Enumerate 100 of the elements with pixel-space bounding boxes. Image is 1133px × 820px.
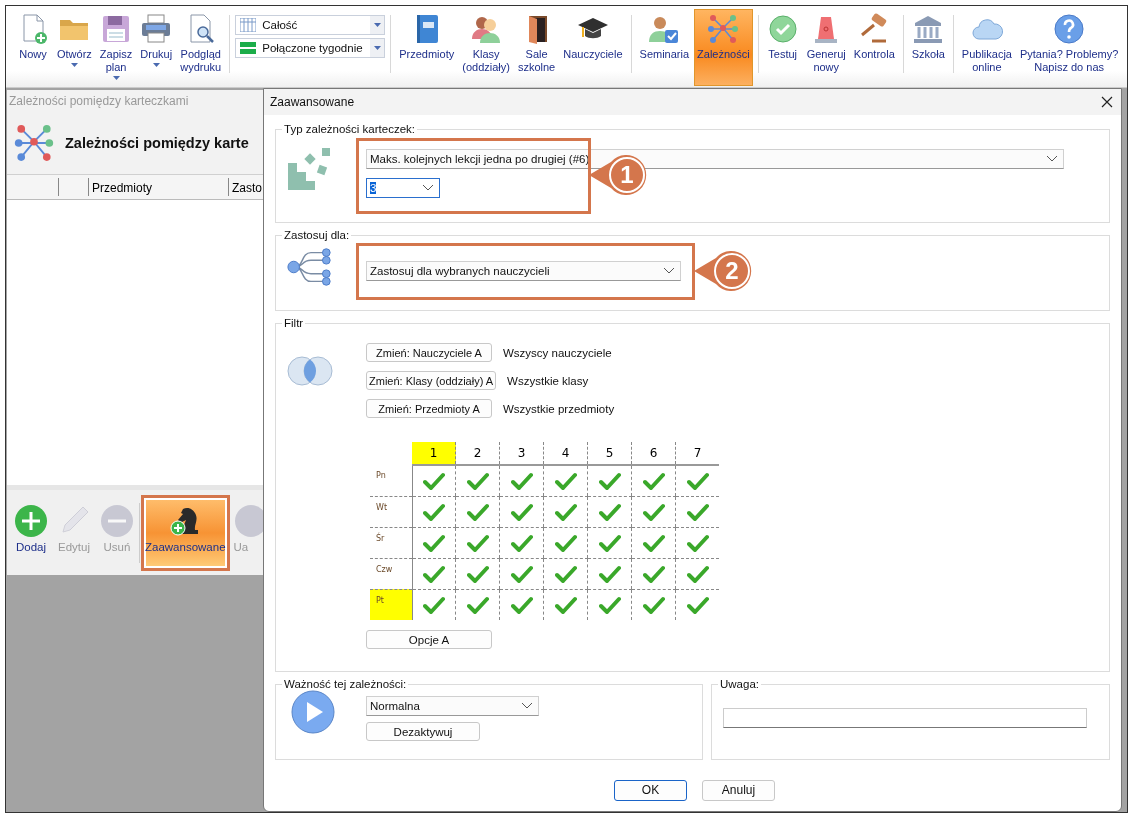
ribbon-button[interactable]: Klasy (oddziały) <box>459 9 513 86</box>
dialog-button[interactable]: OK <box>614 779 687 801</box>
ribbon-button[interactable]: Pytania? Problemy? Napisz do nas <box>1016 9 1122 86</box>
view-dropdown[interactable]: Połączone tygodnie <box>235 38 386 58</box>
period-header[interactable]: 2 <box>455 442 500 465</box>
period-header[interactable]: 5 <box>587 442 632 465</box>
checkmark-icon[interactable] <box>642 471 665 490</box>
two-bars-icon <box>240 41 257 55</box>
checkmark-icon[interactable] <box>598 595 621 614</box>
checkmark-icon[interactable] <box>554 502 577 521</box>
ribbon-button[interactable]: Szkoła <box>908 9 948 86</box>
checkmark-icon[interactable] <box>598 502 621 521</box>
section-label: Zastosuj dla: <box>283 229 351 241</box>
ribbon-button[interactable]: Testuj <box>763 9 802 86</box>
period-header[interactable]: 1 <box>412 442 456 465</box>
options-button[interactable]: Opcje A <box>366 630 492 649</box>
ribbon-button[interactable]: Przedmioty <box>396 9 458 86</box>
checkmark-icon[interactable] <box>510 564 533 583</box>
note-field[interactable] <box>723 708 1087 728</box>
checkmark-icon[interactable] <box>466 533 489 552</box>
ribbon-button[interactable]: Publikacja online <box>958 9 1015 86</box>
checkmark-icon[interactable] <box>598 564 621 583</box>
period-header[interactable]: 3 <box>499 442 544 465</box>
change-button[interactable]: Zmień: Nauczyciele A <box>366 343 492 362</box>
importance-dropdown[interactable]: Normalna <box>366 696 539 716</box>
target-dropdown[interactable]: Zastosuj dla wybranych nauczycieli <box>366 261 681 281</box>
network-icon <box>707 13 740 45</box>
day-label[interactable]: Pt <box>370 589 412 620</box>
ribbon-button[interactable]: Seminaria <box>636 9 693 86</box>
section-label: Ważność tej zależności: <box>283 678 408 690</box>
checkmark-icon[interactable] <box>466 595 489 614</box>
chevron-icon <box>522 703 532 709</box>
window-heading: Zależności pomiędzy karte <box>65 135 249 151</box>
chevron-icon <box>1047 156 1057 162</box>
ribbon-button[interactable]: Podgląd wydruku <box>177 9 225 86</box>
checkmark-icon[interactable] <box>554 471 577 490</box>
view-dropdown[interactable]: Całość <box>235 15 386 35</box>
period-header[interactable]: 6 <box>631 442 676 465</box>
column-header[interactable]: Przedmioty <box>89 178 229 196</box>
checkmark-icon[interactable] <box>554 564 577 583</box>
checkmark-icon[interactable] <box>466 471 489 490</box>
checkmark-icon[interactable] <box>422 533 445 552</box>
count-dropdown[interactable]: 3 <box>366 178 440 198</box>
help-icon <box>1053 13 1086 45</box>
period-header[interactable]: 4 <box>543 442 588 465</box>
change-button[interactable]: Zmień: Klasy (oddziały) A <box>366 371 497 390</box>
checkmark-icon[interactable] <box>422 502 445 521</box>
day-label[interactable]: Wt <box>370 496 412 527</box>
toolbar-button[interactable]: Dodaj <box>10 494 52 571</box>
table-icon <box>240 18 257 32</box>
ribbon-button[interactable]: Zależności <box>694 9 753 86</box>
checkmark-icon[interactable] <box>422 564 445 583</box>
checkmark-icon[interactable] <box>642 533 665 552</box>
checkmark-icon[interactable] <box>510 595 533 614</box>
checkmark-icon[interactable] <box>642 595 665 614</box>
plus-circle-icon <box>14 503 48 538</box>
ribbon-button[interactable]: Drukuj <box>137 9 176 86</box>
checkmark-icon[interactable] <box>510 533 533 552</box>
minus-circle-icon <box>100 503 134 538</box>
change-button[interactable]: Zmień: Przedmioty A <box>366 399 492 418</box>
ribbon-button[interactable]: Sale szkolne <box>514 9 559 86</box>
window-title: Zależności pomiędzy karteczkami <box>9 94 189 108</box>
day-label[interactable]: Pn <box>370 465 412 496</box>
building-icon <box>912 13 945 45</box>
check-badge-icon <box>766 13 799 45</box>
checkmark-icon[interactable] <box>686 533 709 552</box>
checkmark-icon[interactable] <box>686 502 709 521</box>
ribbon-button[interactable]: Otwórz <box>54 9 95 86</box>
deactivate-button[interactable]: Dezaktywuj <box>366 722 480 741</box>
checkmark-icon[interactable] <box>466 564 489 583</box>
checkmark-icon[interactable] <box>554 533 577 552</box>
ribbon-button[interactable]: Kontrola <box>850 9 898 86</box>
filter-value: Wszystkie przedmioty <box>503 402 615 415</box>
checkmark-icon[interactable] <box>686 564 709 583</box>
checkmark-icon[interactable] <box>422 471 445 490</box>
day-label[interactable]: Śr <box>370 527 412 558</box>
ribbon-button[interactable]: Zapisz plan <box>96 9 136 86</box>
checkmark-icon[interactable] <box>642 564 665 583</box>
ribbon-button[interactable]: Nowy <box>14 9 52 86</box>
callout-badge: 2 <box>694 248 754 294</box>
checkmark-icon[interactable] <box>510 471 533 490</box>
chevron-icon <box>664 268 674 274</box>
checkmark-icon[interactable] <box>554 595 577 614</box>
caret-icon <box>373 23 381 27</box>
checkmark-icon[interactable] <box>686 471 709 490</box>
caret-icon <box>373 46 381 50</box>
checkmark-icon[interactable] <box>598 471 621 490</box>
dialog-button[interactable]: Anuluj <box>702 779 775 801</box>
checkmark-icon[interactable] <box>598 533 621 552</box>
play-icon <box>291 690 335 734</box>
ribbon-button[interactable]: Generuj nowy <box>803 9 849 86</box>
checkmark-icon[interactable] <box>642 502 665 521</box>
period-header[interactable]: 7 <box>675 442 719 465</box>
checkmark-icon[interactable] <box>510 502 533 521</box>
section-label: Typ zależności karteczek: <box>283 123 417 135</box>
checkmark-icon[interactable] <box>466 502 489 521</box>
checkmark-icon[interactable] <box>422 595 445 614</box>
checkmark-icon[interactable] <box>686 595 709 614</box>
ribbon-button[interactable]: Nauczyciele <box>560 9 626 86</box>
close-icon[interactable] <box>1101 96 1113 108</box>
